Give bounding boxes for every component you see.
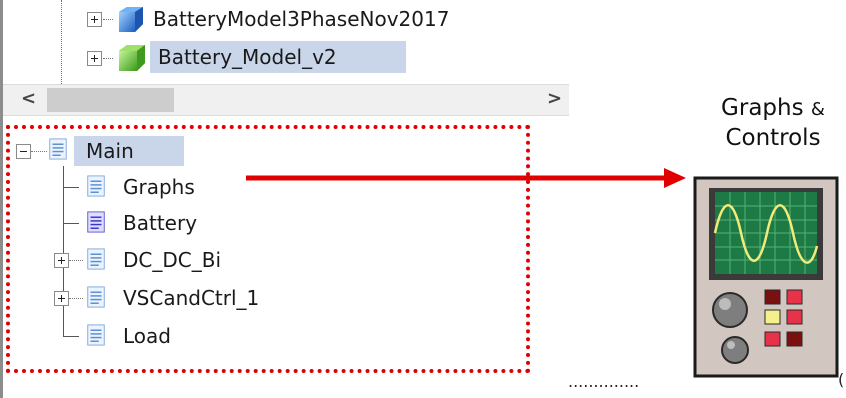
oscilloscope-icon: [693, 176, 839, 378]
top-tree-panel: BatteryModel3PhaseNov2017 Battery_Model_…: [3, 0, 569, 84]
document-icon: [87, 286, 105, 308]
tree-item-battery[interactable]: Battery: [16, 208, 256, 238]
tree-connector: [63, 187, 79, 188]
tree-connector: [63, 336, 79, 337]
tree-item-label: VSCandCtrl_1: [123, 286, 260, 310]
tree-connector: [103, 19, 113, 20]
document-icon: [87, 211, 105, 233]
tree-item-label: Graphs: [123, 175, 195, 199]
horizontal-scrollbar[interactable]: < >: [3, 84, 569, 116]
tree-connector: [63, 223, 79, 224]
tree-item-label: Load: [123, 324, 171, 348]
expand-toggle[interactable]: [87, 51, 102, 66]
scroll-right-arrow[interactable]: >: [547, 88, 562, 109]
scrollbar-thumb[interactable]: [47, 88, 174, 112]
scroll-left-arrow[interactable]: <: [21, 88, 36, 109]
tree-item-label: DC_DC_Bi: [123, 248, 222, 272]
blue-cube-icon: [119, 7, 143, 32]
document-icon: [87, 324, 105, 346]
tree-connector: [103, 58, 113, 59]
expand-toggle[interactable]: [54, 253, 69, 268]
collapse-toggle[interactable]: [16, 144, 31, 159]
callout-title-amp: &: [810, 99, 825, 120]
expand-toggle[interactable]: [54, 291, 69, 306]
tree-item-batterymodel3phase[interactable]: BatteryModel3PhaseNov2017: [3, 4, 563, 36]
document-icon: [87, 248, 105, 270]
tree-item-battery-model-v2[interactable]: Battery_Model_v2: [3, 40, 563, 74]
tree-item-label: Battery: [123, 211, 198, 235]
document-icon: [87, 175, 105, 197]
green-cube-icon: [119, 45, 145, 71]
arrow-icon: [246, 168, 686, 188]
trailing-dots: ..............: [568, 372, 640, 391]
tree-connector: [69, 260, 83, 261]
tree-item-load[interactable]: Load: [16, 321, 256, 351]
tree-item-label: Main: [86, 139, 134, 163]
tree-root-main[interactable]: Main: [16, 136, 186, 166]
tree-item-dc-dc-bi[interactable]: DC_DC_Bi: [16, 245, 276, 275]
callout-title-line1: Graphs: [721, 95, 804, 121]
tree-item-label: Battery_Model_v2: [158, 45, 337, 69]
callout-title: Graphs & Controls: [700, 94, 846, 154]
callout-title-line2: Controls: [725, 124, 821, 151]
document-icon: [49, 138, 67, 160]
tree-item-label: BatteryModel3PhaseNov2017: [153, 7, 450, 31]
edge-glyph: (: [838, 370, 845, 389]
tree-connector: [69, 298, 83, 299]
tree-item-vscandctrl-1[interactable]: VSCandCtrl_1: [16, 283, 296, 313]
tree-connector: [31, 151, 47, 152]
expand-toggle[interactable]: [87, 12, 102, 27]
tree-item-graphs[interactable]: Graphs: [16, 172, 256, 202]
